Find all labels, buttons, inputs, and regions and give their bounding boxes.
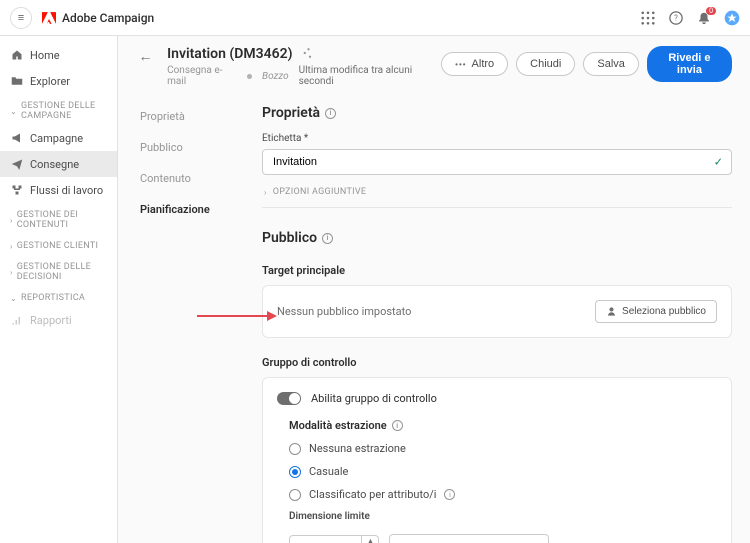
tab-pubblico[interactable]: Pubblico: [136, 132, 236, 163]
chevron-right-icon: ›: [10, 216, 13, 225]
page-title: Invitation (DM3462): [167, 46, 292, 62]
dot-icon: [247, 74, 252, 79]
review-send-button[interactable]: Rivedi e invia: [647, 46, 732, 82]
enable-control-label: Abilita gruppo di controllo: [311, 392, 437, 405]
control-title: Gruppo di controllo: [262, 356, 732, 369]
chevron-right-icon: ›: [10, 268, 13, 277]
app-logo[interactable]: Adobe Campaign: [42, 11, 154, 25]
delivery-type: Consegna e-mail: [167, 65, 237, 87]
sidenav-home[interactable]: Home: [0, 42, 117, 68]
tabs: Proprietà Pubblico Contenuto Pianificazi…: [136, 101, 236, 543]
tab-pianificazione[interactable]: Pianificazione: [136, 194, 236, 225]
radio-attribute[interactable]: Classificato per attributo/i i: [289, 488, 717, 501]
chart-icon: [10, 313, 24, 327]
sidenav-group[interactable]: ›GESTIONE DEI CONTENUTI: [0, 203, 117, 234]
notification-badge: 0: [706, 7, 716, 15]
sidenav-campagne[interactable]: Campagne: [0, 125, 117, 151]
sidenav-explorer[interactable]: Explorer: [0, 68, 117, 94]
apps-icon[interactable]: [640, 10, 656, 26]
last-modified: Ultima modifica tra alcuni secondi: [299, 65, 442, 87]
size-type-select[interactable]: Percentuale ⌄: [389, 534, 549, 543]
enable-control-toggle[interactable]: [277, 392, 301, 405]
sidenav-label: Explorer: [30, 75, 70, 88]
no-audience-text: Nessun pubblico impostato: [277, 305, 411, 318]
radio-none[interactable]: Nessuna estrazione: [289, 442, 717, 455]
sidenav-label: Flussi di lavoro: [30, 184, 103, 197]
back-button[interactable]: ←: [136, 46, 155, 66]
info-icon[interactable]: i: [325, 108, 336, 119]
tab-proprieta[interactable]: Proprietà: [136, 101, 236, 132]
megaphone-icon: [10, 131, 24, 145]
settings-icon[interactable]: [301, 47, 313, 62]
sidenav-flussi[interactable]: Flussi di lavoro: [0, 177, 117, 203]
owner: Bozzo: [262, 71, 289, 82]
etichetta-label: Etichetta: [262, 133, 732, 144]
check-icon: ✓: [714, 156, 723, 169]
section-proprieta-title: Proprietà i: [262, 105, 732, 121]
accordion-more-options[interactable]: › OPZIONI AGGIUNTIVE: [262, 177, 732, 208]
more-button[interactable]: Altro: [441, 52, 508, 76]
radio-icon: [289, 466, 301, 478]
sidenav-rapporti[interactable]: Rapporti: [0, 307, 117, 333]
radio-icon: [289, 443, 301, 455]
chevron-right-icon: ›: [10, 242, 13, 251]
chevron-right-icon: ›: [264, 188, 267, 197]
tab-contenuto[interactable]: Contenuto: [136, 163, 236, 194]
size-label: Dimensione limite: [289, 511, 717, 522]
send-icon: [10, 157, 24, 171]
sidenav-group[interactable]: ›GESTIONE CLIENTI: [0, 234, 117, 255]
app-name: Adobe Campaign: [62, 11, 154, 25]
sidenav-group[interactable]: ⌄GESTIONE DELLE CAMPAGNE: [0, 94, 117, 125]
save-button[interactable]: Salva: [583, 52, 639, 76]
control-card: Abilita gruppo di controllo Modalità est…: [262, 377, 732, 543]
sidenav: Home Explorer ⌄GESTIONE DELLE CAMPAGNE C…: [0, 36, 118, 543]
target-title: Target principale: [262, 264, 732, 277]
svg-text:?: ?: [674, 13, 678, 22]
close-button[interactable]: Chiudi: [516, 52, 575, 76]
select-audience-button[interactable]: Seleziona pubblico: [595, 300, 717, 323]
etichetta-input[interactable]: [262, 149, 732, 175]
sidenav-label: Rapporti: [30, 314, 72, 327]
target-card: Nessun pubblico impostato Seleziona pubb…: [262, 285, 732, 338]
info-icon[interactable]: i: [444, 489, 455, 500]
notifications-icon[interactable]: 0: [696, 10, 712, 26]
audience-icon: [606, 306, 617, 317]
radio-random[interactable]: Casuale: [289, 465, 717, 478]
extraction-mode-label: Modalità estrazione i: [289, 419, 717, 432]
adobe-icon: [42, 11, 56, 25]
home-icon: [10, 48, 24, 62]
chevron-down-icon: ⌄: [10, 294, 17, 303]
menu-toggle[interactable]: ≡: [10, 7, 32, 29]
help-icon[interactable]: ?: [668, 10, 684, 26]
avatar[interactable]: [724, 10, 740, 26]
sidenav-consegne[interactable]: Consegne: [0, 151, 117, 177]
sidenav-label: Consegne: [30, 158, 79, 171]
info-icon[interactable]: i: [322, 233, 333, 244]
step-up[interactable]: ▲: [362, 535, 379, 543]
workflow-icon: [10, 183, 24, 197]
info-icon[interactable]: i: [392, 420, 403, 431]
sidenav-group[interactable]: ⌄REPORTISTICA: [0, 286, 117, 307]
folder-icon: [10, 74, 24, 88]
radio-icon: [289, 489, 301, 501]
sidenav-group[interactable]: ›GESTIONE DELLE DECISIONI: [0, 255, 117, 286]
section-pubblico-title: Pubblico i: [262, 230, 732, 246]
sidenav-label: Campagne: [30, 132, 83, 145]
chevron-down-icon: ⌄: [10, 107, 17, 116]
sidenav-label: Home: [30, 49, 60, 62]
